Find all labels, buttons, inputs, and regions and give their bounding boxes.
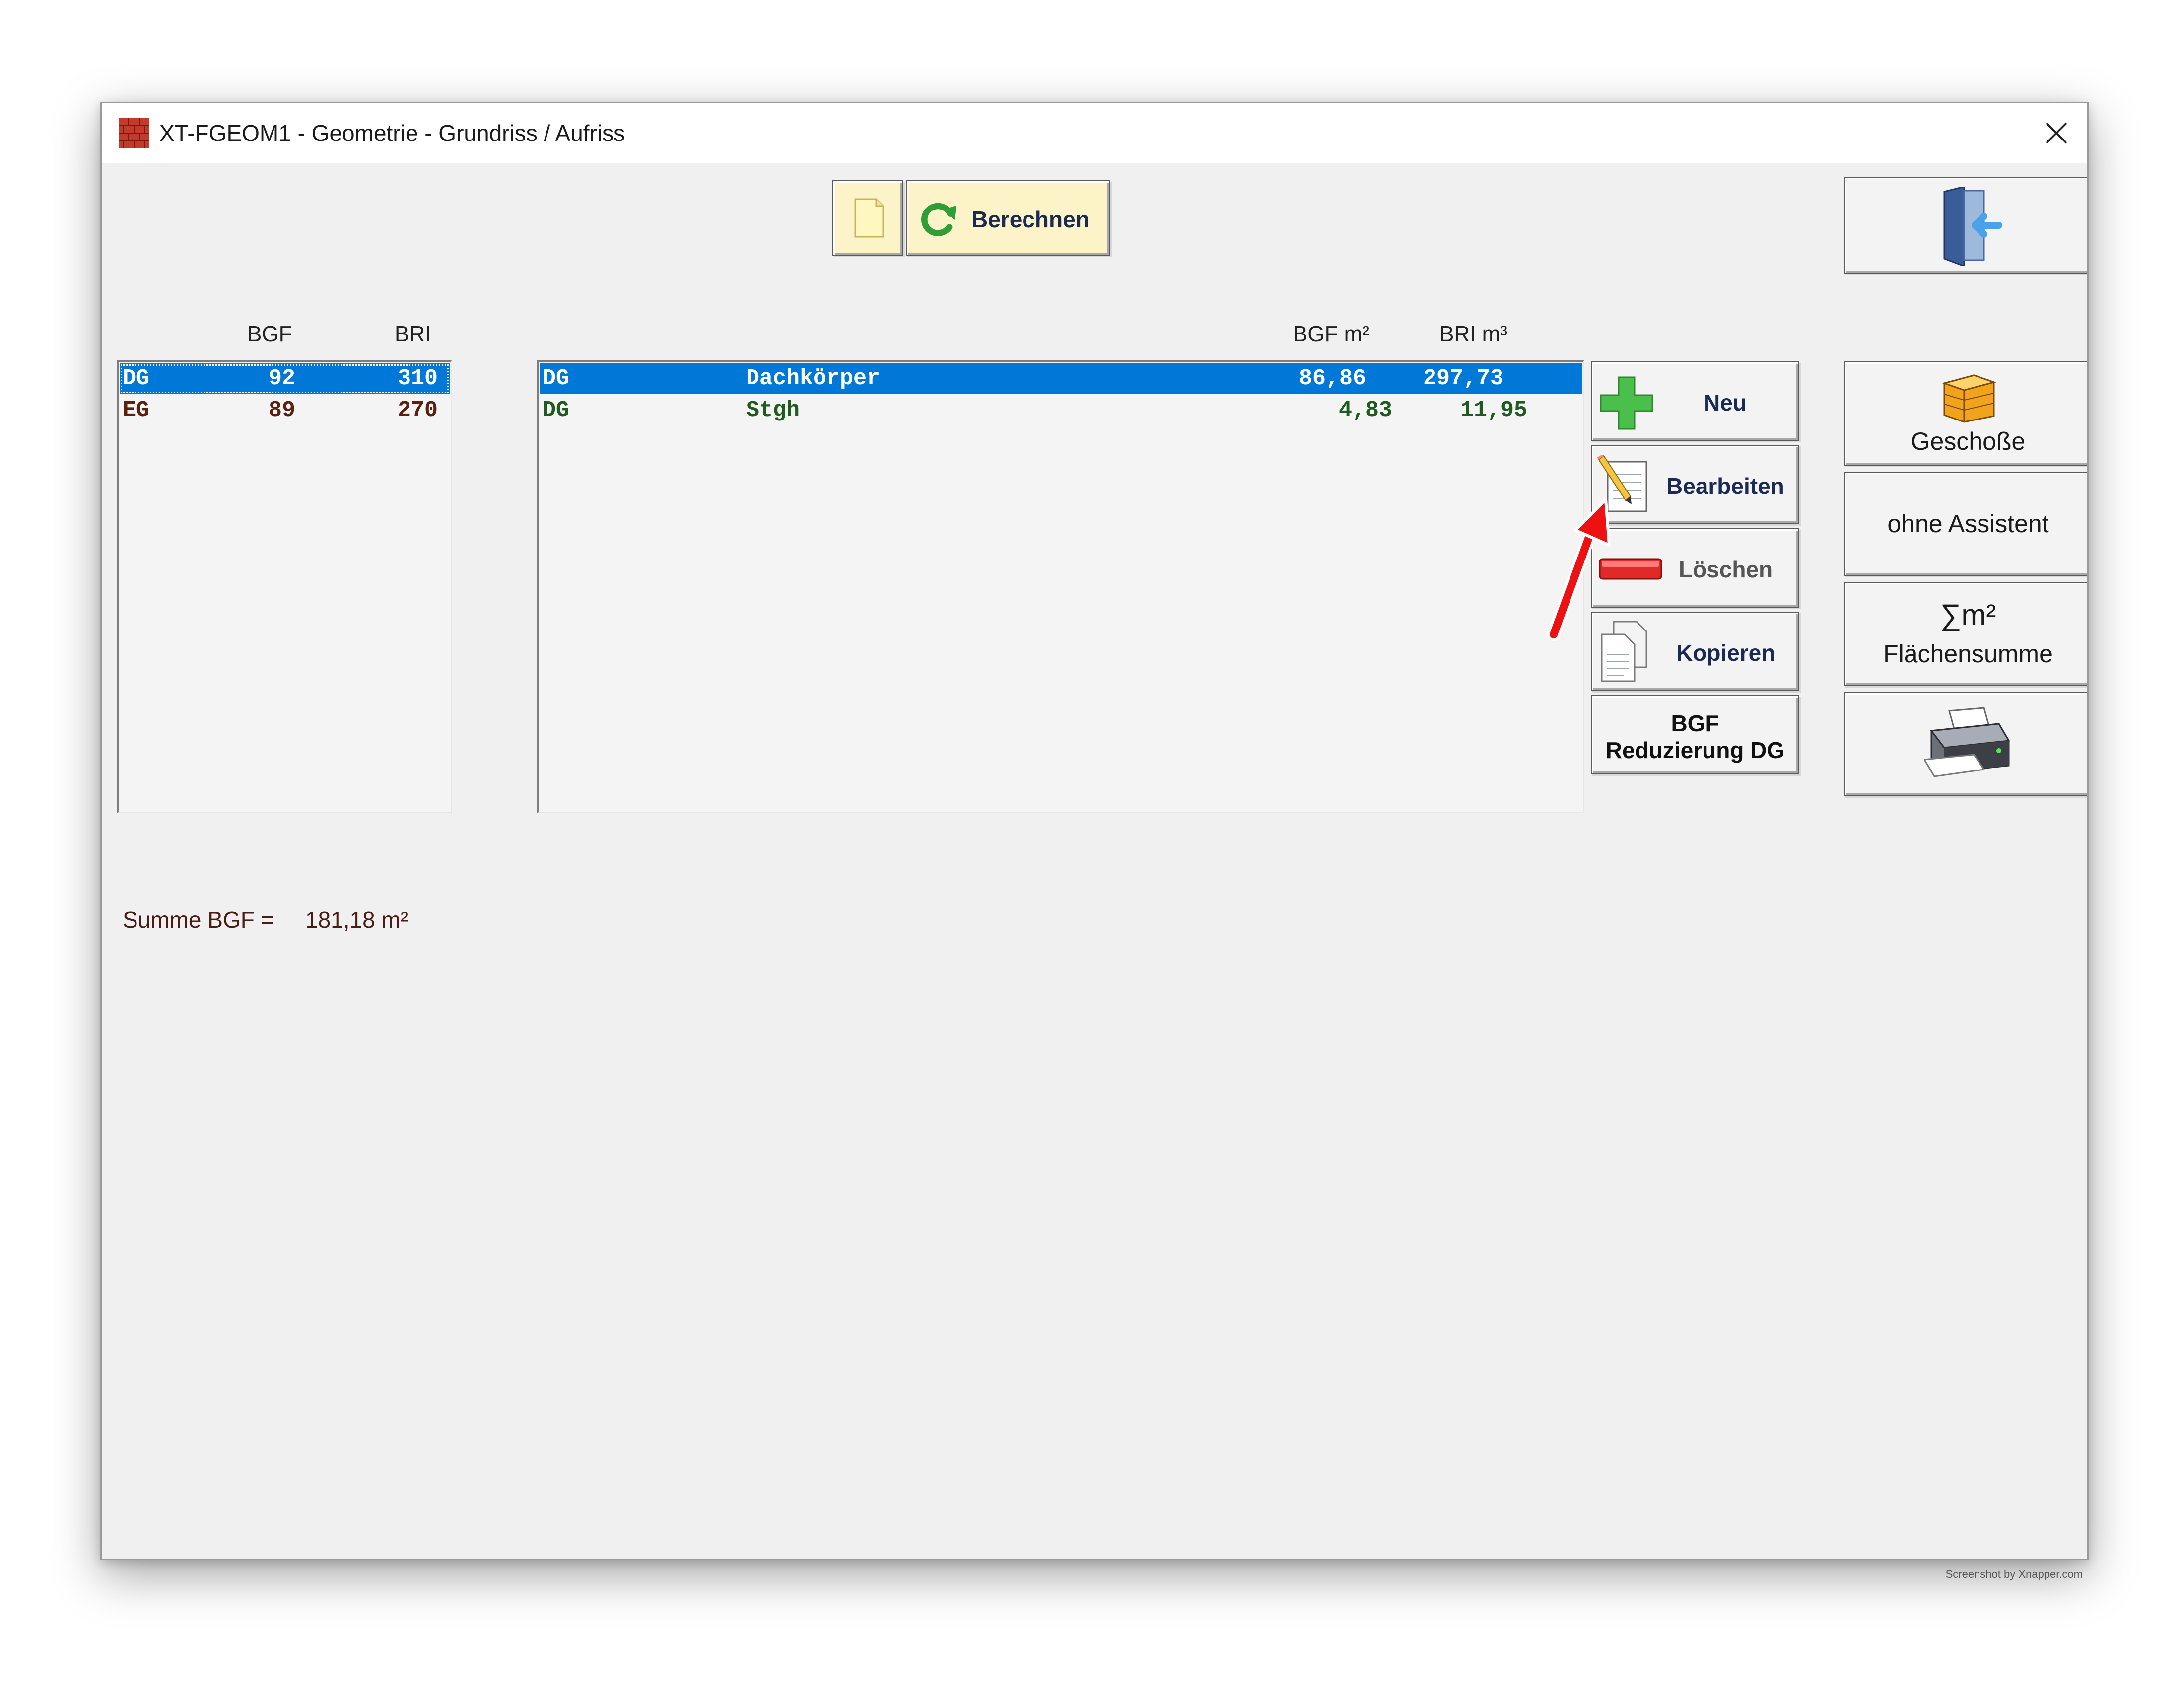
body-bgf: 4,83: [1339, 398, 1393, 423]
body-bgf: 86,86: [1299, 366, 1366, 391]
bodies-list[interactable]: DG Dachkörper 86,86 297,73 DG Stgh 4,83 …: [537, 360, 1584, 813]
floors-button[interactable]: Geschoße: [1844, 361, 2087, 466]
close-icon[interactable]: [2043, 119, 2070, 147]
list-item[interactable]: EG 89 270: [120, 395, 450, 426]
red-arrow-icon: [1547, 498, 1611, 641]
printer-icon: [1924, 707, 2010, 777]
edit-button[interactable]: Bearbeiten: [1591, 445, 1799, 524]
body-floor: DG: [543, 398, 570, 423]
delete-button-label: Löschen: [1679, 557, 1773, 582]
watermark: Screenshot by Xnapper.com: [1945, 1568, 2083, 1580]
bgf-reduction-line1: BGF: [1671, 710, 1719, 736]
sum-bgf-value: 181,18 m²: [305, 907, 409, 933]
title-bar: XT-FGEOM1 - Geometrie - Grundriss / Aufr…: [102, 103, 2087, 163]
area-sum-symbol: ∑m²: [1940, 598, 1996, 631]
body-name: Stgh: [746, 398, 800, 423]
floors-button-label: Geschoße: [1911, 427, 2026, 455]
floors-list[interactable]: DG 92 310 EG 89 270: [117, 360, 452, 813]
floor-bri: 310: [398, 366, 438, 391]
building-icon: [1941, 374, 1997, 423]
new-button-label: Neu: [1704, 390, 1747, 416]
body-bri: 297,73: [1423, 366, 1504, 391]
area-sum-button[interactable]: ∑m² Flächensumme: [1844, 582, 2087, 686]
floors-header-bri: BRI: [395, 322, 431, 346]
refresh-icon: [921, 203, 956, 236]
floor-bgf: 89: [269, 398, 296, 423]
main-window: XT-FGEOM1 - Geometrie - Grundriss / Aufr…: [100, 102, 2089, 1560]
plus-icon: [1600, 376, 1653, 430]
bgf-reduction-label: BGF Reduzierung DG: [1592, 710, 1798, 764]
table-row[interactable]: DG Stgh 4,83 11,95: [540, 395, 1582, 426]
list-item[interactable]: DG 92 310: [120, 363, 450, 394]
new-button[interactable]: Neu: [1591, 361, 1799, 441]
sum-bgf-label: Summe BGF =: [123, 907, 274, 933]
bgf-reduction-button[interactable]: BGF Reduzierung DG: [1591, 695, 1799, 774]
floor-bri: 270: [398, 398, 438, 423]
calculate-button[interactable]: Berechnen: [906, 180, 1110, 256]
exit-button[interactable]: [1844, 177, 2087, 274]
calculate-button-label: Berechnen: [971, 207, 1090, 232]
floor-name: DG: [123, 366, 150, 391]
floor-bgf: 92: [269, 366, 296, 391]
new-document-button[interactable]: [832, 180, 903, 256]
window-title: XT-FGEOM1 - Geometrie - Grundriss / Aufr…: [159, 120, 625, 146]
print-button[interactable]: [1844, 692, 2087, 796]
delete-button[interactable]: Löschen: [1591, 528, 1799, 608]
no-assistant-button-label: ohne Assistent: [1887, 510, 2049, 538]
bodies-header-bri: BRI m³: [1439, 322, 1507, 346]
bgf-reduction-line2: Reduzierung DG: [1605, 737, 1785, 763]
edit-button-label: Bearbeiten: [1666, 473, 1784, 499]
copy-button[interactable]: Kopieren: [1591, 612, 1799, 691]
body-name: Dachkörper: [746, 366, 881, 391]
no-assistant-button[interactable]: ohne Assistent: [1844, 472, 2087, 576]
area-sum-button-label: Flächensumme: [1883, 640, 2053, 668]
bodies-header-bgf: BGF m²: [1293, 322, 1369, 346]
exit-door-icon: [1943, 187, 2002, 266]
floor-name: EG: [123, 398, 150, 423]
body-bri: 11,95: [1460, 398, 1528, 423]
table-row[interactable]: DG Dachkörper 86,86 297,73: [540, 363, 1582, 394]
copy-button-label: Kopieren: [1676, 640, 1775, 666]
floors-header-bgf: BGF: [247, 322, 292, 346]
document-icon: [854, 198, 884, 238]
body-floor: DG: [543, 366, 570, 391]
brick-wall-icon: [119, 118, 149, 148]
